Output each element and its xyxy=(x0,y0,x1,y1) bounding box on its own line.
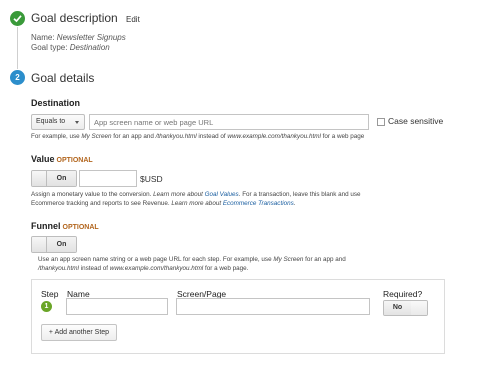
required-toggle[interactable]: No xyxy=(383,300,428,316)
destination-help-text: For example, use My Screen for an app an… xyxy=(31,133,365,140)
destination-label: Destination xyxy=(31,98,81,108)
value-help-text: Assign a monetary value to the conversio… xyxy=(31,191,361,207)
match-type-dropdown[interactable]: Equals to xyxy=(31,114,85,130)
goal-name-value: Newsletter Signups xyxy=(56,33,126,42)
step-complete-check-icon xyxy=(10,11,25,26)
goal-description-title: Goal description xyxy=(31,11,118,25)
goal-name-label: Name: xyxy=(31,33,55,42)
timeline-connector xyxy=(17,27,18,69)
goal-type-label: Goal type: xyxy=(31,43,68,52)
value-toggle[interactable]: On xyxy=(31,170,77,187)
goal-values-link[interactable]: Goal Values xyxy=(205,191,239,198)
currency-label: $USD xyxy=(140,174,163,184)
funnel-help-text: Use an app screen name string or a web p… xyxy=(38,256,346,272)
toggle-knob xyxy=(32,237,47,252)
case-sensitive-label: Case sensitive xyxy=(388,116,444,126)
add-another-step-button[interactable]: + Add another Step xyxy=(41,324,117,341)
funnel-step-number: 1 xyxy=(41,301,52,312)
ecommerce-transactions-link[interactable]: Ecommerce Transactions xyxy=(223,200,294,207)
toggle-knob xyxy=(32,171,47,186)
funnel-step-name-input[interactable] xyxy=(66,298,168,315)
funnel-toggle-label: On xyxy=(47,237,76,252)
value-toggle-label: On xyxy=(47,171,76,186)
funnel-label: Funnel OPTIONAL xyxy=(31,221,99,231)
goal-type-line: Goal type: Destination xyxy=(31,43,110,52)
funnel-optional-tag: OPTIONAL xyxy=(62,224,99,231)
chevron-down-icon xyxy=(75,121,79,124)
goal-name-line: Name: Newsletter Signups xyxy=(31,33,126,42)
required-column-header: Required? xyxy=(383,289,423,299)
step-column-header: Step xyxy=(41,289,59,299)
step-number-badge: 2 xyxy=(10,70,25,85)
goal-type-value: Destination xyxy=(69,43,110,52)
value-amount-input[interactable] xyxy=(79,170,137,187)
value-optional-tag: OPTIONAL xyxy=(56,157,93,164)
match-type-value: Equals to xyxy=(36,118,66,125)
value-label: Value OPTIONAL xyxy=(31,154,93,164)
destination-url-input[interactable] xyxy=(89,114,369,130)
toggle-knob xyxy=(411,301,427,315)
required-toggle-label: No xyxy=(384,301,412,315)
funnel-toggle[interactable]: On xyxy=(31,236,77,253)
goal-details-title: Goal details xyxy=(31,71,95,85)
funnel-step-screen-input[interactable] xyxy=(176,298,370,315)
case-sensitive-checkbox[interactable] xyxy=(377,118,385,126)
edit-link[interactable]: Edit xyxy=(126,15,140,24)
